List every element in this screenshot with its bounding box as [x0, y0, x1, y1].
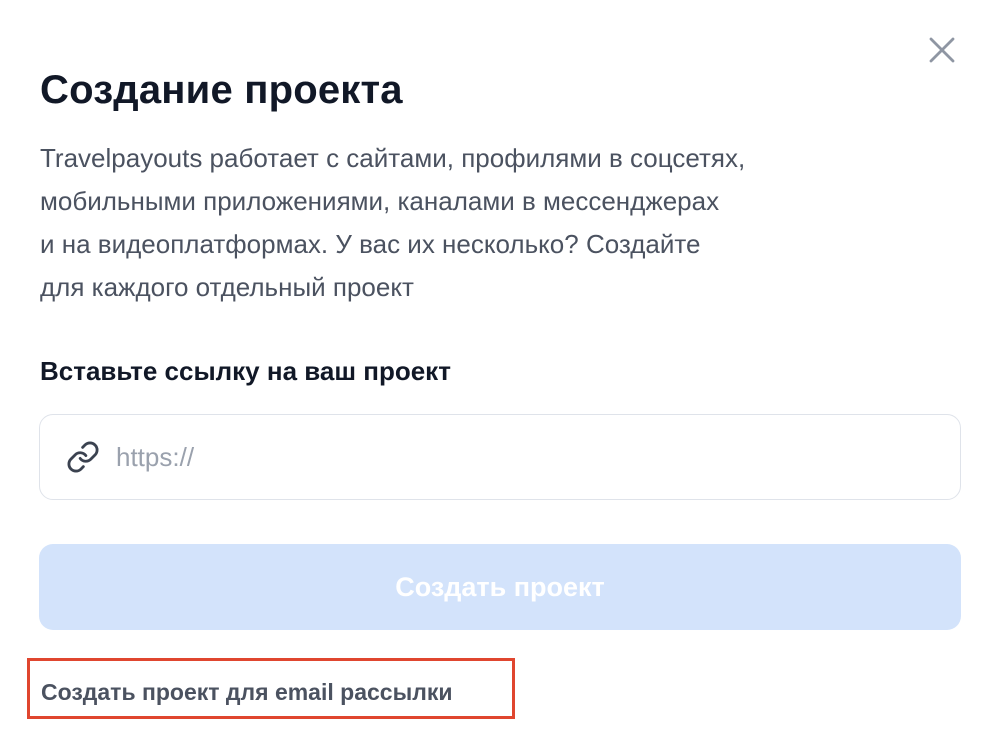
project-url-label: Вставьте ссылку на ваш проект [40, 356, 451, 386]
project-url-input[interactable] [116, 437, 896, 477]
description-line: для каждого отдельный проект [40, 272, 414, 302]
close-button[interactable] [922, 30, 962, 70]
create-project-button[interactable]: Создать проект [39, 544, 961, 630]
create-project-modal: Создание проекта Travelpayouts работает … [0, 0, 990, 732]
link-icon [66, 440, 100, 474]
description-line: Travelpayouts работает с сайтами, профил… [40, 143, 746, 173]
modal-title: Создание проекта [40, 68, 403, 112]
description-line: и на видеоплатформах. У вас их несколько… [40, 229, 701, 259]
close-icon [929, 37, 955, 63]
create-email-project-link[interactable]: Создать проект для email рассылки [41, 677, 452, 707]
modal-description: Travelpayouts работает с сайтами, профил… [40, 137, 920, 309]
description-line: мобильными приложениями, каналами в месс… [40, 186, 720, 216]
project-url-field[interactable] [39, 414, 961, 500]
